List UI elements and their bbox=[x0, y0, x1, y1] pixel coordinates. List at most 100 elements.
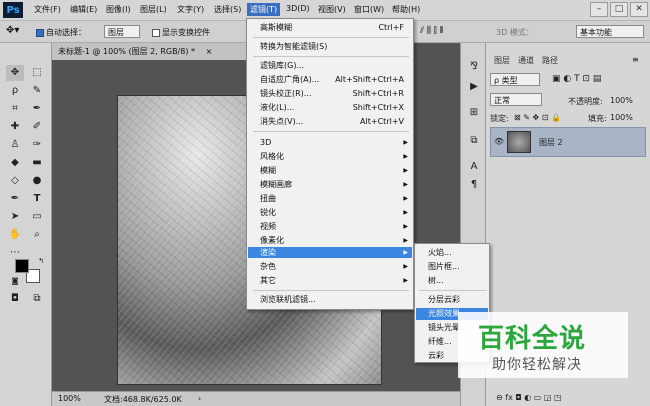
tools-panel: ✥ ⬚ ρ ✎ ⌗ ✒ ✚ ✐ ♙ ✑ ◆ ▬ ◇ ● ✒ T ➤ ▭ ✋ ⌕ … bbox=[0, 43, 52, 406]
healing-tool-icon[interactable]: ✚ bbox=[6, 119, 24, 135]
menu-item-sharpen[interactable]: 锐化 ▶ bbox=[248, 207, 412, 218]
history-panel-icon[interactable]: ⅋ bbox=[466, 59, 482, 75]
layer-row[interactable]: 👁 图层 2 bbox=[490, 127, 646, 157]
menu-file[interactable]: 文件(F) bbox=[34, 4, 61, 15]
default-colors-icon[interactable]: ◙ bbox=[6, 273, 24, 289]
menu-item-noise[interactable]: 杂色 ▶ bbox=[248, 261, 412, 272]
auto-select-target-select[interactable]: 图层 bbox=[104, 25, 140, 38]
hand-tool-icon[interactable]: ✋ bbox=[6, 227, 24, 243]
submenu-item-picture-frame[interactable]: 图片框... bbox=[416, 261, 488, 273]
gradient-tool-icon[interactable]: ▬ bbox=[28, 155, 46, 171]
menu-item-browse-online-filters[interactable]: 浏览联机滤镜... bbox=[248, 294, 412, 305]
menu-item-lens-correction[interactable]: 镜头校正(R)... Shift+Ctrl+R bbox=[248, 88, 412, 99]
menu-window[interactable]: 窗口(W) bbox=[354, 4, 384, 15]
zoom-level[interactable]: 100% bbox=[58, 394, 81, 403]
menu-layer[interactable]: 图层(L) bbox=[140, 4, 167, 15]
lock-icons[interactable]: ⊠ ✎ ✥ ⊡ 🔒 bbox=[514, 113, 561, 122]
menu-select[interactable]: 选择(S) bbox=[214, 4, 241, 15]
properties-panel-icon[interactable]: ⧉ bbox=[466, 133, 482, 149]
close-window-button[interactable]: ✕ bbox=[630, 2, 648, 17]
menu-item-liquify[interactable]: 液化(L)... Shift+Ctrl+X bbox=[248, 102, 412, 113]
show-transform-checkbox[interactable]: 显示变换控件 bbox=[152, 27, 210, 38]
menu-edit[interactable]: 编辑(E) bbox=[70, 4, 97, 15]
screen-mode-icon[interactable]: ⧉ bbox=[28, 291, 46, 307]
auto-select-checkbox[interactable]: 自动选择： bbox=[36, 27, 86, 38]
marquee-tool-icon[interactable]: ⬚ bbox=[28, 65, 46, 81]
foreground-color-swatch[interactable] bbox=[15, 259, 29, 273]
status-arrow-icon[interactable]: › bbox=[198, 394, 201, 403]
menu-view[interactable]: 视图(V) bbox=[318, 4, 346, 15]
menu-filter[interactable]: 滤镜(T) bbox=[247, 3, 281, 16]
layer-kind-filter[interactable]: ρ 类型 bbox=[490, 73, 540, 86]
submenu-arrow-icon: ▶ bbox=[403, 153, 408, 160]
fill-value[interactable]: 100% bbox=[610, 113, 633, 122]
menu-3d[interactable]: 3D(D) bbox=[286, 4, 310, 13]
character-panel-icon[interactable]: A bbox=[466, 159, 482, 175]
auto-select-label: 自动选择： bbox=[46, 28, 86, 37]
tab-layers[interactable]: 图层 bbox=[494, 55, 510, 66]
menu-item-pixelate[interactable]: 像素化 ▶ bbox=[248, 235, 412, 246]
swap-colors-icon[interactable]: ↰ bbox=[32, 253, 50, 269]
menu-item-other[interactable]: 其它 ▶ bbox=[248, 275, 412, 286]
tab-paths[interactable]: 路径 bbox=[542, 55, 558, 66]
menu-item-3d[interactable]: 3D ▶ bbox=[248, 137, 412, 148]
move-tool-icon[interactable]: ✥▾ bbox=[6, 25, 19, 36]
panel-menu-icon[interactable]: ≡ bbox=[632, 55, 639, 64]
blur-tool-icon[interactable]: ◇ bbox=[6, 173, 24, 189]
path-select-tool-icon[interactable]: ➤ bbox=[6, 209, 24, 225]
menu-item-stylize[interactable]: 风格化 ▶ bbox=[248, 151, 412, 162]
actions-panel-icon[interactable]: ▶ bbox=[466, 79, 482, 95]
brush-tool-icon[interactable]: ✐ bbox=[28, 119, 46, 135]
eraser-tool-icon[interactable]: ◆ bbox=[6, 155, 24, 171]
paragraph-panel-icon[interactable]: ¶ bbox=[466, 177, 482, 193]
menu-item-label: 3D bbox=[260, 138, 272, 147]
opacity-value[interactable]: 100% bbox=[610, 96, 633, 105]
quick-mask-icon[interactable]: ◘ bbox=[6, 291, 24, 307]
blend-mode-select[interactable]: 正常 bbox=[490, 93, 542, 106]
menu-item-video[interactable]: 视频 ▶ bbox=[248, 221, 412, 232]
menu-help[interactable]: 帮助(H) bbox=[392, 4, 420, 15]
submenu-item-difference-clouds[interactable]: 分层云彩 bbox=[416, 294, 488, 306]
document-info[interactable]: 文档:468.8K/625.0K bbox=[104, 394, 182, 405]
type-tool-icon[interactable]: T bbox=[28, 191, 46, 207]
visibility-eye-icon[interactable]: 👁 bbox=[494, 137, 504, 146]
maximize-button[interactable]: □ bbox=[610, 2, 628, 17]
menu-item-vanishing-point[interactable]: 消失点(V)... Alt+Ctrl+V bbox=[248, 116, 412, 127]
zoom-tool-icon[interactable]: ⌕ bbox=[28, 227, 46, 243]
eyedropper-tool-icon[interactable]: ✒ bbox=[28, 101, 46, 117]
distribute-icons[interactable]: ⫽ ⫼ ⫿ ⦀ bbox=[420, 26, 444, 36]
menu-item-label: 模糊 bbox=[260, 166, 276, 175]
pen-tool-icon[interactable]: ✒ bbox=[6, 191, 24, 207]
layer-footer-icons[interactable]: ⊖ fx ◘ ◐ ▭ ◲ ◳ bbox=[496, 393, 562, 402]
crop-tool-icon[interactable]: ⌗ bbox=[6, 101, 24, 117]
lasso-tool-icon[interactable]: ρ bbox=[6, 83, 24, 99]
menu-item-blur[interactable]: 模糊 ▶ bbox=[248, 165, 412, 176]
menu-type[interactable]: 文字(Y) bbox=[177, 4, 204, 15]
close-document-icon[interactable]: × bbox=[206, 47, 213, 56]
workspace-select[interactable]: 基本功能 bbox=[576, 25, 644, 38]
adjustments-panel-icon[interactable]: ⊞ bbox=[466, 105, 482, 121]
menu-item-filter-gallery[interactable]: 滤镜库(G)... bbox=[248, 60, 412, 71]
menu-item-label: 扭曲 bbox=[260, 194, 276, 203]
rectangle-tool-icon[interactable]: ▭ bbox=[28, 209, 46, 225]
menu-image[interactable]: 图像(I) bbox=[106, 4, 131, 15]
stamp-tool-icon[interactable]: ♙ bbox=[6, 137, 24, 153]
layer-filter-icons[interactable]: ▣ ◐ T ⊡ ▤ bbox=[552, 74, 601, 84]
menu-item-convert-smart-filter[interactable]: 转换为智能滤镜(S) bbox=[248, 41, 412, 52]
menu-item-gaussian-blur[interactable]: 高斯模糊 Ctrl+F bbox=[248, 22, 412, 33]
submenu-item-tree[interactable]: 树... bbox=[416, 275, 488, 287]
menu-item-render[interactable]: 渲染 ▶ bbox=[248, 247, 412, 258]
menu-item-adaptive-wide-angle[interactable]: 自适应广角(A)... Alt+Shift+Ctrl+A bbox=[248, 74, 412, 85]
quick-select-tool-icon[interactable]: ✎ bbox=[28, 83, 46, 99]
move-tool-icon[interactable]: ✥ bbox=[6, 65, 24, 81]
tab-channels[interactable]: 通道 bbox=[518, 55, 534, 66]
submenu-item-flame[interactable]: 火焰... bbox=[416, 247, 488, 259]
dodge-tool-icon[interactable]: ● bbox=[28, 173, 46, 189]
menu-item-distort[interactable]: 扭曲 ▶ bbox=[248, 193, 412, 204]
layer-name[interactable]: 图层 2 bbox=[539, 137, 563, 148]
minimize-button[interactable]: – bbox=[590, 2, 608, 17]
history-brush-tool-icon[interactable]: ✑ bbox=[28, 137, 46, 153]
menu-separator bbox=[253, 290, 409, 291]
menu-item-blur-gallery[interactable]: 模糊画廊 ▶ bbox=[248, 179, 412, 190]
watermark-title: 百科全说 bbox=[478, 324, 587, 354]
